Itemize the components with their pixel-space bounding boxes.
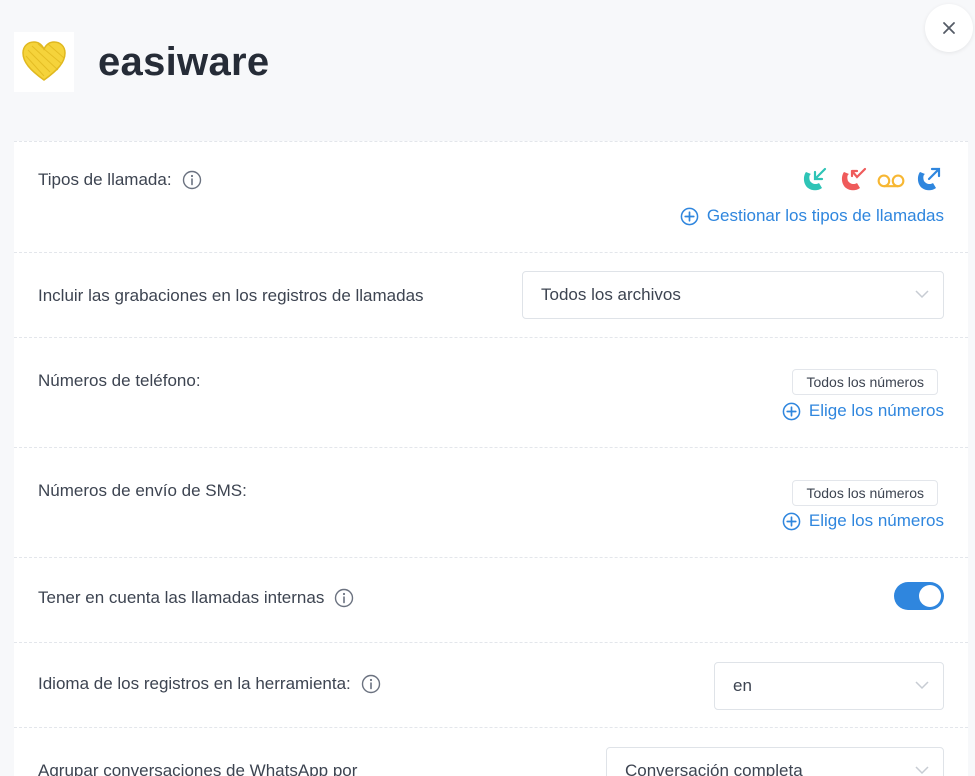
- info-icon[interactable]: [361, 674, 381, 694]
- chevron-down-icon: [915, 290, 929, 299]
- plus-circle-icon: [782, 402, 801, 420]
- phone-numbers-label: Números de teléfono:: [38, 371, 201, 390]
- language-select[interactable]: en: [714, 662, 944, 710]
- whatsapp-grouping-select-value: Conversación completa: [625, 761, 803, 776]
- sms-numbers-label: Números de envío de SMS:: [38, 481, 247, 500]
- internal-calls-label: Tener en cuenta las llamadas internas: [38, 588, 325, 607]
- heart-scribble-icon: [22, 41, 66, 81]
- recordings-select[interactable]: Todos los archivos: [522, 271, 944, 319]
- toggle-knob: [919, 585, 941, 607]
- language-field: Idioma de los registros en la herramient…: [38, 674, 381, 694]
- internal-calls-toggle[interactable]: [894, 582, 944, 610]
- brand-name: easiware: [98, 40, 270, 84]
- plus-circle-icon: [782, 512, 801, 530]
- call-types-label: Tipos de llamada:: [38, 170, 172, 189]
- info-icon[interactable]: [182, 170, 202, 190]
- call-types-field: Tipos de llamada:: [38, 170, 202, 190]
- incoming-call-icon[interactable]: [800, 166, 830, 194]
- choose-sms-numbers-label: Elige los números: [808, 511, 944, 530]
- call-type-icons: [800, 166, 944, 194]
- missed-call-icon[interactable]: [838, 166, 868, 194]
- recordings-row: Incluir las grabaciones en los registros…: [14, 252, 968, 338]
- manage-call-types-label: Gestionar los tipos de llamadas: [706, 206, 944, 225]
- whatsapp-grouping-select[interactable]: Conversación completa: [606, 747, 944, 776]
- language-select-value: en: [733, 676, 752, 695]
- plus-circle-icon: [680, 207, 699, 225]
- whatsapp-grouping-row: Agrupar conversaciones de WhatsApp por C…: [14, 727, 968, 776]
- choose-phone-numbers-label: Elige los números: [808, 401, 944, 420]
- language-row: Idioma de los registros en la herramient…: [14, 642, 968, 728]
- settings-page: easiware Tipos de llamada: Gestionar los…: [0, 0, 975, 776]
- recordings-select-value: Todos los archivos: [541, 285, 681, 304]
- whatsapp-grouping-label: Agrupar conversaciones de WhatsApp por: [38, 761, 358, 776]
- manage-call-types-link[interactable]: Gestionar los tipos de llamadas: [680, 206, 944, 226]
- logo: [14, 32, 74, 92]
- sms-numbers-chip: Todos los números: [792, 480, 938, 506]
- sms-numbers-row: Números de envío de SMS: Todos los númer…: [14, 447, 968, 558]
- language-label: Idioma de los registros en la herramient…: [38, 674, 351, 693]
- choose-phone-numbers-link[interactable]: Elige los números: [782, 401, 944, 421]
- recordings-label: Incluir las grabaciones en los registros…: [38, 286, 424, 305]
- internal-calls-field: Tener en cuenta las llamadas internas: [38, 588, 354, 608]
- outgoing-call-icon[interactable]: [914, 166, 944, 194]
- call-types-row: Tipos de llamada: Gestionar los tipos de…: [14, 141, 968, 253]
- voicemail-icon[interactable]: [876, 166, 906, 194]
- chevron-down-icon: [915, 681, 929, 690]
- choose-sms-numbers-link[interactable]: Elige los números: [782, 511, 944, 531]
- close-button[interactable]: [925, 4, 973, 52]
- phone-numbers-chip: Todos los números: [792, 369, 938, 395]
- info-icon[interactable]: [334, 588, 354, 608]
- settings-panel: Tipos de llamada: Gestionar los tipos de…: [14, 141, 968, 776]
- phone-numbers-row: Números de teléfono: Todos los números E…: [14, 337, 968, 448]
- close-icon: [943, 22, 955, 34]
- internal-calls-row: Tener en cuenta las llamadas internas: [14, 557, 968, 643]
- chevron-down-icon: [915, 766, 929, 775]
